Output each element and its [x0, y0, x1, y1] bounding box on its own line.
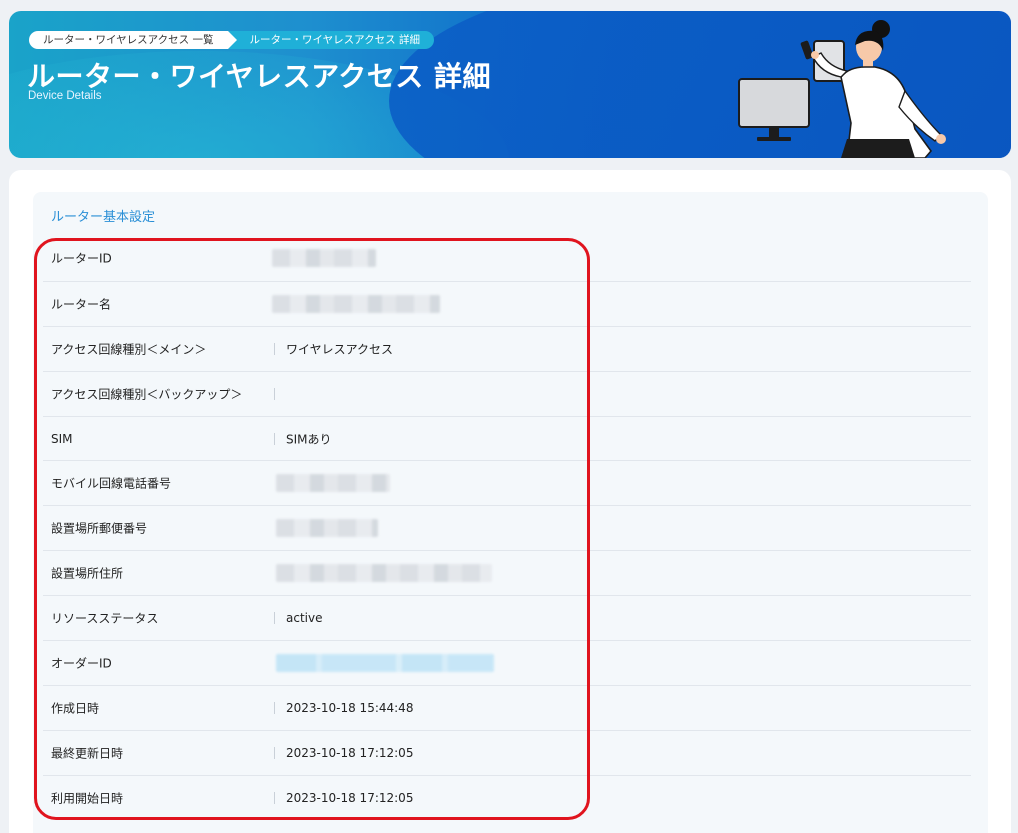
- field-label: リソースステータス: [51, 611, 159, 626]
- section-title: ルーター基本設定: [51, 210, 156, 225]
- redacted-value: [272, 294, 440, 313]
- page-title: ルーター・ワイヤレスアクセス 詳細: [27, 60, 492, 93]
- redacted-value: [272, 249, 376, 268]
- field-label: 作成日時: [51, 701, 100, 716]
- field-label: 設置場所住所: [51, 566, 124, 581]
- header-illustration: [738, 20, 946, 158]
- redacted-value: [276, 519, 378, 538]
- content-card: ルーター基本設定 ルーターID ルーター名 アクセス回線種別＜メイン＞ ワイヤレ…: [9, 170, 1011, 833]
- field-label: モバイル回線電話番号: [51, 476, 172, 491]
- field-value: 2023-10-18 15:44:48: [286, 700, 414, 715]
- row-updated-at: 最終更新日時 2023-10-18 17:12:05: [43, 729, 971, 775]
- field-value: ワイヤレスアクセス: [286, 342, 394, 357]
- row-router-name: ルーター名: [43, 280, 971, 326]
- field-value: 2023-10-18 17:12:05: [286, 790, 414, 805]
- details-list: ルーターID ルーター名 アクセス回線種別＜メイン＞ ワイヤレスアクセス アクセ…: [43, 236, 971, 820]
- header-banner: ルーター・ワイヤレスアクセス 一覧 ルーター・ワイヤレスアクセス 詳細 ルーター…: [9, 11, 1011, 158]
- field-label: ルーターID: [51, 251, 112, 266]
- row-sim: SIM SIMあり: [43, 415, 971, 461]
- field-value: SIMあり: [286, 432, 332, 446]
- monitor-illustration: [738, 78, 810, 141]
- row-access-line-main: アクセス回線種別＜メイン＞ ワイヤレスアクセス: [43, 325, 971, 371]
- field-label: 設置場所郵便番号: [51, 521, 148, 536]
- field-label: 利用開始日時: [51, 791, 124, 806]
- redacted-value: [276, 564, 492, 583]
- field-label: アクセス回線種別＜バックアップ＞: [51, 387, 243, 402]
- redacted-value: [276, 474, 390, 493]
- field-label: SIM: [51, 431, 73, 446]
- breadcrumb-parent-link[interactable]: ルーター・ワイヤレスアクセス 一覧: [29, 31, 236, 49]
- row-created-at: 作成日時 2023-10-18 15:44:48: [43, 684, 971, 730]
- field-value: active: [286, 611, 323, 626]
- breadcrumb: ルーター・ワイヤレスアクセス 一覧 ルーター・ワイヤレスアクセス 詳細: [29, 31, 434, 49]
- page: ルーター・ワイヤレスアクセス 一覧 ルーター・ワイヤレスアクセス 詳細 ルーター…: [0, 0, 1018, 833]
- field-label: アクセス回線種別＜メイン＞: [51, 342, 207, 357]
- row-access-line-backup: アクセス回線種別＜バックアップ＞: [43, 370, 971, 416]
- breadcrumb-current: ルーター・ワイヤレスアクセス 詳細: [227, 31, 434, 49]
- field-label: ルーター名: [51, 297, 112, 312]
- field-label: オーダーID: [51, 656, 112, 671]
- row-order-id: オーダーID: [43, 640, 971, 685]
- row-mobile-phone: モバイル回線電話番号: [43, 460, 971, 505]
- field-label: 最終更新日時: [51, 746, 124, 761]
- row-address: 設置場所住所: [43, 550, 971, 595]
- row-resource-status: リソースステータス active: [43, 595, 971, 640]
- row-postal-code: 設置場所郵便番号: [43, 505, 971, 550]
- row-start-at: 利用開始日時 2023-10-18 17:12:05: [43, 774, 971, 820]
- redacted-order-link[interactable]: [276, 653, 494, 672]
- row-router-id: ルーターID: [43, 236, 971, 281]
- field-value: 2023-10-18 17:12:05: [286, 745, 414, 760]
- page-subtitle: Device Details: [28, 90, 102, 102]
- router-settings-panel: ルーター基本設定 ルーターID ルーター名 アクセス回線種別＜メイン＞ ワイヤレ…: [33, 192, 988, 833]
